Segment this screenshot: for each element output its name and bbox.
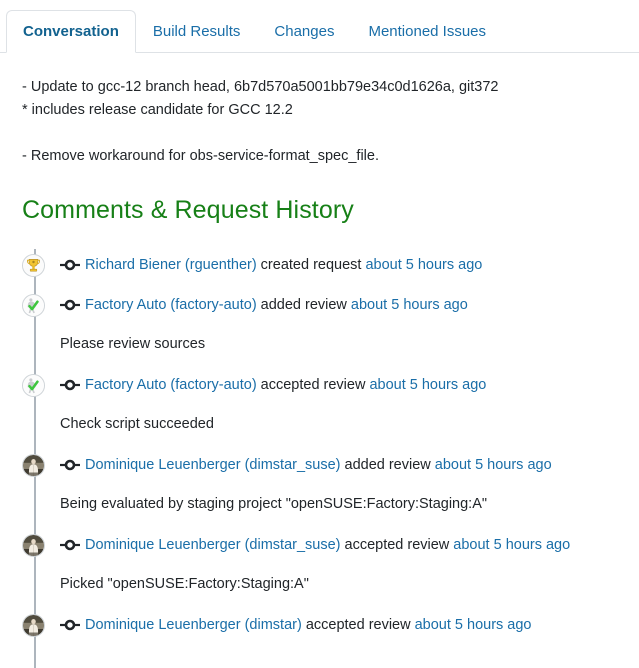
timeline-entry-header: Dominique Leuenberger (dimstar_suse) acc…: [22, 525, 617, 565]
timeline-user-link[interactable]: Factory Auto (factory-auto): [85, 377, 257, 393]
tab-bar: Conversation Build Results Changes Menti…: [0, 0, 639, 53]
timeline-action-text: added review: [260, 297, 347, 313]
timeline-entry-header: Richard Biener (rguenther) created reque…: [22, 245, 617, 285]
timeline-entry-header: Dominique Leuenberger (dimstar) accepted…: [22, 605, 617, 645]
timeline-entry-2: Factory Auto (factory-auto) accepted rev…: [22, 365, 617, 445]
timeline-timestamp-link[interactable]: about 5 hours ago: [453, 537, 570, 553]
trophy-avatar: [22, 254, 45, 277]
timeline-action-text: accepted review: [305, 617, 411, 633]
photo-avatar: [22, 454, 45, 477]
timeline-timestamp-link[interactable]: about 5 hours ago: [369, 377, 486, 393]
timeline-entry-body: Please review sources: [60, 336, 206, 352]
timeline-entry-5: Dominique Leuenberger (dimstar) accepted…: [22, 605, 617, 645]
changelog-text: - Update to gcc-12 branch head, 6b7d570a…: [22, 76, 617, 168]
timeline-timestamp-link[interactable]: about 5 hours ago: [415, 617, 532, 633]
git-commit-icon: [60, 538, 80, 552]
timeline-entry-3: Dominique Leuenberger (dimstar_suse) add…: [22, 445, 617, 525]
timeline-timestamp-link[interactable]: about 5 hours ago: [351, 297, 468, 313]
git-commit-icon: [60, 298, 80, 312]
green-check-avatar: [22, 374, 45, 397]
timeline-action-text: added review: [344, 457, 431, 473]
timeline-entry-0: Richard Biener (rguenther) created reque…: [22, 245, 617, 285]
tab-list: Conversation Build Results Changes Menti…: [6, 10, 503, 53]
tab-mentioned-issues[interactable]: Mentioned Issues: [351, 10, 503, 53]
timeline-entry-body: Check script succeeded: [60, 416, 214, 432]
git-commit-icon: [60, 618, 80, 632]
timeline-entries: Richard Biener (rguenther) created reque…: [22, 245, 617, 645]
timeline-entry-4: Dominique Leuenberger (dimstar_suse) acc…: [22, 525, 617, 605]
photo-avatar: [22, 534, 45, 557]
timeline-entry-header: Factory Auto (factory-auto) added review…: [22, 285, 617, 325]
git-commit-icon: [60, 378, 80, 392]
timeline-action-text: accepted review: [344, 537, 450, 553]
timeline-user-link[interactable]: Richard Biener (rguenther): [85, 257, 257, 273]
changelog-line-2: * includes release candidate for GCC 12.…: [22, 102, 293, 118]
changelog-line-1: - Update to gcc-12 branch head, 6b7d570a…: [22, 79, 499, 95]
timeline-user-link[interactable]: Factory Auto (factory-auto): [85, 297, 257, 313]
request-history-timeline: Richard Biener (rguenther) created reque…: [22, 245, 617, 668]
timeline-user-link[interactable]: Dominique Leuenberger (dimstar_suse): [85, 457, 341, 473]
timeline-action-text: created request: [260, 257, 362, 273]
changelog-line-3: - Remove workaround for obs-service-form…: [22, 148, 379, 164]
timeline-entry-body: Being evaluated by staging project "open…: [60, 496, 488, 512]
timeline-entry-body: Picked "openSUSE:Factory:Staging:A": [60, 576, 309, 592]
page-title: Comments & Request History: [22, 196, 354, 224]
git-commit-icon: [60, 458, 80, 472]
photo-avatar: [22, 614, 45, 637]
timeline-timestamp-link[interactable]: about 5 hours ago: [435, 457, 552, 473]
timeline-timestamp-link[interactable]: about 5 hours ago: [365, 257, 482, 273]
git-commit-icon: [60, 258, 80, 272]
timeline-entry-header: Dominique Leuenberger (dimstar_suse) add…: [22, 445, 617, 485]
timeline-user-link[interactable]: Dominique Leuenberger (dimstar_suse): [85, 537, 341, 553]
timeline-entry-header: Factory Auto (factory-auto) accepted rev…: [22, 365, 617, 405]
timeline-entry-1: Factory Auto (factory-auto) added review…: [22, 285, 617, 365]
tab-changes[interactable]: Changes: [257, 10, 351, 53]
timeline-action-text: accepted review: [260, 377, 366, 393]
conversation-panel: - Update to gcc-12 branch head, 6b7d570a…: [0, 76, 639, 668]
green-check-avatar: [22, 294, 45, 317]
timeline-user-link[interactable]: Dominique Leuenberger (dimstar): [85, 617, 302, 633]
tab-conversation[interactable]: Conversation: [6, 10, 136, 53]
changelog-blank-line: [22, 122, 617, 145]
tab-build-results[interactable]: Build Results: [136, 10, 258, 53]
